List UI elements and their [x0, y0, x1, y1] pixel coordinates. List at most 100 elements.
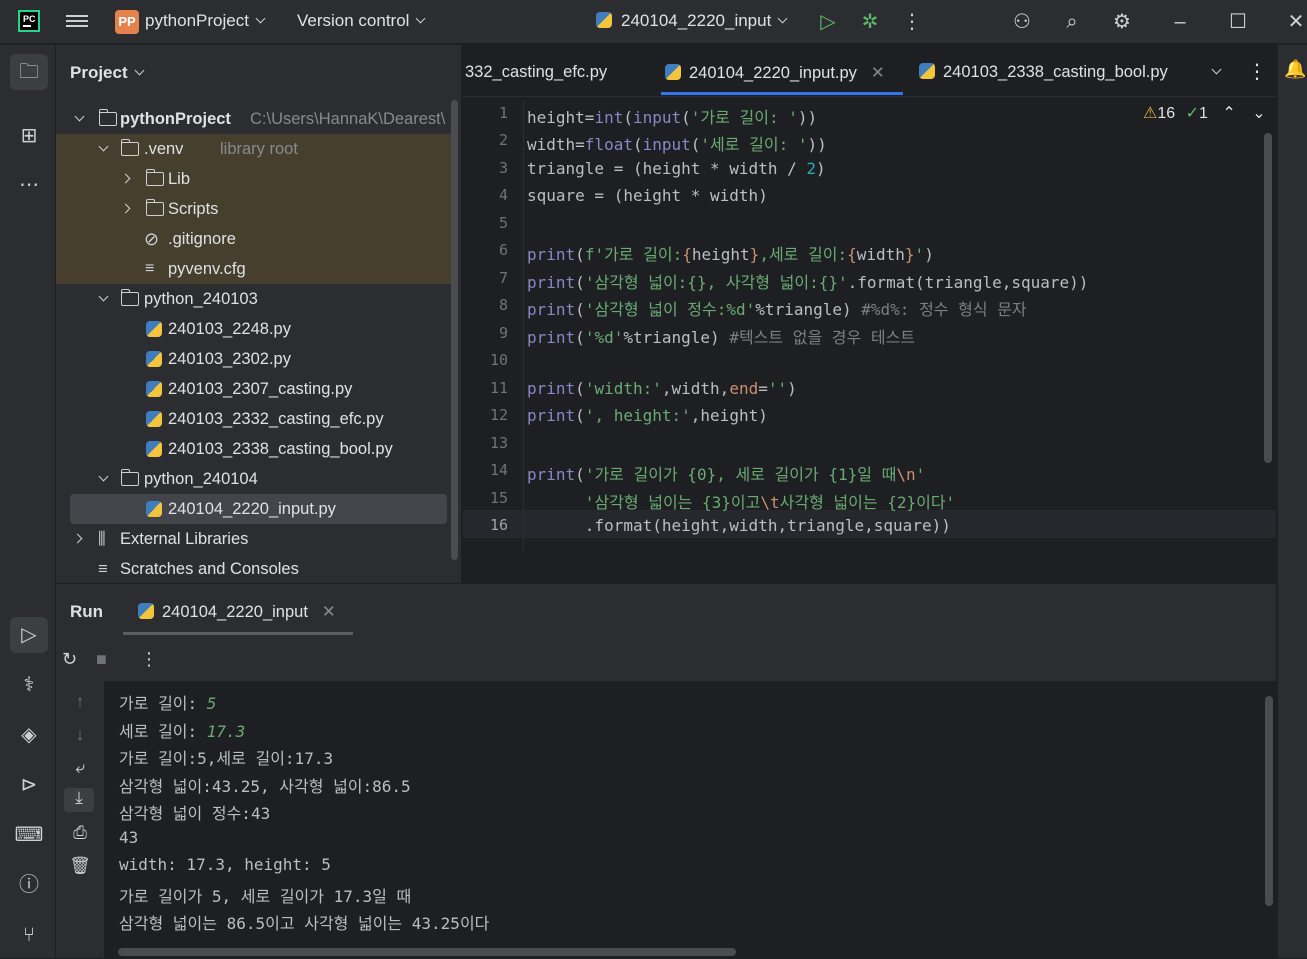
run-tab[interactable]: 240104_2220_input ✕: [138, 602, 336, 622]
code-line-14[interactable]: print('가로 길이가 {0}, 세로 길이가 {1}일 때\n': [527, 461, 925, 485]
more-actions-icon[interactable]: ⋮: [898, 8, 926, 36]
expand-arrow-icon[interactable]: [98, 471, 109, 482]
project-folder-icon[interactable]: 🗀: [10, 54, 48, 90]
code-line-15[interactable]: '삼각형 넓이는 {3}이고\t사각형 넓이는 {2}이다': [527, 489, 955, 513]
check-icon: ✓: [1185, 105, 1199, 122]
previous-highlight-icon[interactable]: ⌃: [1222, 105, 1235, 122]
tree-item-python-240104[interactable]: python_240104: [56, 464, 456, 494]
main-menu-icon[interactable]: [66, 12, 88, 30]
expand-arrow-icon[interactable]: [120, 203, 131, 214]
inspection-widget[interactable]: ⚠16 ✓1 ⌃ ⌄: [1143, 103, 1266, 123]
tree-label: 240103_2248.py: [168, 320, 291, 338]
code-line-6[interactable]: print(f'가로 길이:{height},세로 길이:{width}'): [527, 241, 934, 265]
project-vertical-scrollbar[interactable]: [451, 100, 458, 560]
search-icon[interactable]: ⌕: [1058, 8, 1086, 36]
console-horizontal-scrollbar[interactable]: [118, 948, 736, 956]
console-output[interactable]: 가로 길이: 5 세로 길이: 17.3 가로 길이:5,세로 길이:17.3 …: [103, 681, 1276, 959]
user-input-value: 5: [206, 694, 217, 713]
tree-item-file[interactable]: 240103_2307_casting.py: [56, 374, 456, 404]
maximize-icon[interactable]: ☐: [1224, 8, 1252, 36]
console-vertical-scrollbar[interactable]: [1265, 696, 1273, 906]
debug-icon[interactable]: ✲: [856, 8, 884, 36]
tree-item-selected-file[interactable]: 240104_2220_input.py: [70, 494, 447, 524]
tree-label: 240103_2332_casting_efc.py: [168, 410, 384, 428]
gutter-divider: [523, 100, 524, 550]
tree-item-file[interactable]: 240103_2248.py: [56, 314, 456, 344]
expand-arrow-icon[interactable]: [120, 173, 131, 184]
tree-item-root[interactable]: pythonProject C:\Users\HannaK\Dearest\: [56, 104, 456, 134]
run-config-selector[interactable]: 240104_2220_input: [596, 11, 788, 31]
code-line-12[interactable]: print(', height:',height): [527, 406, 768, 425]
code-line-4[interactable]: square = (height * width): [527, 186, 768, 205]
tree-label: python_240104: [144, 470, 258, 488]
version-control-menu[interactable]: Version control: [297, 11, 426, 31]
layers-icon[interactable]: ◈: [10, 717, 48, 753]
expand-arrow-icon[interactable]: [74, 111, 85, 122]
git-icon[interactable]: ⑂: [10, 917, 48, 953]
tab-casting-bool[interactable]: 240103_2338_casting_bool.py: [919, 63, 1168, 82]
tab-casting-efc[interactable]: 332_casting_efc.py: [465, 63, 607, 82]
notifications-icon[interactable]: 🔔: [1284, 59, 1306, 80]
print-icon[interactable]: ⎙: [68, 823, 92, 847]
project-selector[interactable]: pythonProject: [145, 11, 266, 31]
tab-more-icon[interactable]: ⋮: [1247, 59, 1267, 84]
minimize-icon[interactable]: –: [1166, 8, 1194, 36]
scroll-up-icon[interactable]: ↑: [68, 692, 92, 716]
run-more-icon[interactable]: ⋮: [140, 649, 158, 670]
code-line-1[interactable]: height=int(input('가로 길이: ')): [527, 104, 817, 128]
close-tab-icon[interactable]: ✕: [871, 64, 885, 82]
active-tab-indicator: [661, 92, 903, 95]
editor-tab-bar: 332_casting_efc.py 240104_2220_input.py ✕…: [463, 45, 1276, 97]
editor-vertical-scrollbar[interactable]: [1264, 133, 1272, 463]
code-line-9[interactable]: print('%d'%triangle) #텍스트 없을 경우 테스트: [527, 324, 915, 348]
stop-icon[interactable]: ■: [96, 649, 107, 670]
run-tool-icon[interactable]: ▷: [10, 617, 48, 653]
tree-item-file[interactable]: 240103_2332_casting_efc.py: [56, 404, 456, 434]
tree-item-file[interactable]: 240103_2302.py: [56, 344, 456, 374]
tree-label: 240104_2220_input.py: [168, 500, 336, 518]
code-line-8[interactable]: print('삼각형 넓이 정수:%d'%triangle) #%d%: 정수 …: [527, 296, 1027, 320]
gear-icon[interactable]: ⚙: [1108, 8, 1136, 36]
code-line-2[interactable]: width=float(input('세로 길이: ')): [527, 131, 827, 155]
folder-icon: [98, 109, 117, 126]
code-line-7[interactable]: print('삼각형 넓이:{}, 사각형 넓이:{}'.format(tria…: [527, 269, 1088, 293]
code-line-3[interactable]: triangle = (height * width / 2): [527, 159, 826, 178]
expand-arrow-icon[interactable]: [98, 291, 109, 302]
soft-wrap-icon[interactable]: ⤶: [68, 758, 92, 782]
tree-item-gitignore[interactable]: ⊘ .gitignore: [56, 224, 456, 254]
close-icon[interactable]: ✕: [1282, 8, 1307, 36]
next-highlight-icon[interactable]: ⌄: [1252, 105, 1265, 122]
output-line: 가로 길이가 5, 세로 길이가 17.3일 때: [119, 887, 412, 906]
clear-console-icon[interactable]: 🗑: [68, 856, 92, 880]
python-console-icon[interactable]: ⚕: [10, 667, 48, 703]
rerun-icon[interactable]: ↻: [62, 649, 77, 670]
tree-item-venv[interactable]: .venv library root: [56, 134, 456, 164]
terminal-icon[interactable]: ⌨: [10, 817, 48, 853]
tree-item-lib[interactable]: Lib: [56, 164, 456, 194]
line-number: 13: [489, 434, 508, 452]
services-icon[interactable]: ⊳: [10, 767, 48, 803]
tab-input-active[interactable]: 240104_2220_input.py ✕: [665, 63, 885, 83]
expand-arrow-icon[interactable]: [98, 141, 109, 152]
scroll-down-icon[interactable]: ↓: [68, 725, 92, 749]
tree-item-pyvenv[interactable]: ≡ pyvenv.cfg: [56, 254, 456, 284]
project-panel-title[interactable]: Project: [70, 63, 145, 83]
add-user-icon[interactable]: ⚇: [1008, 8, 1036, 36]
structure-icon[interactable]: ⊞: [10, 118, 48, 154]
scroll-to-end-icon[interactable]: ⤓: [64, 788, 94, 812]
tree-item-scripts[interactable]: Scripts: [56, 194, 456, 224]
problems-icon[interactable]: ⓘ: [10, 867, 48, 903]
run-icon[interactable]: ▷: [814, 8, 842, 36]
tree-item-python-240103[interactable]: python_240103: [56, 284, 456, 314]
more-tools-icon[interactable]: ⋯: [10, 167, 48, 203]
code-line-16[interactable]: .format(height,width,triangle,square)): [527, 516, 951, 535]
chevron-down-icon: [416, 13, 426, 24]
tree-item-external-libraries[interactable]: ⫼ External Libraries: [56, 524, 456, 554]
tree-item-scratches[interactable]: ≡ Scratches and Consoles: [56, 554, 456, 583]
warning-icon: ⚠: [1143, 105, 1158, 122]
close-tab-icon[interactable]: ✕: [322, 603, 336, 621]
code-line-11[interactable]: print('width:',width,end=''): [527, 379, 797, 398]
tab-list-chevron-icon[interactable]: [1211, 63, 1222, 82]
expand-arrow-icon[interactable]: [72, 533, 83, 544]
tree-item-file[interactable]: 240103_2338_casting_bool.py: [56, 434, 456, 464]
